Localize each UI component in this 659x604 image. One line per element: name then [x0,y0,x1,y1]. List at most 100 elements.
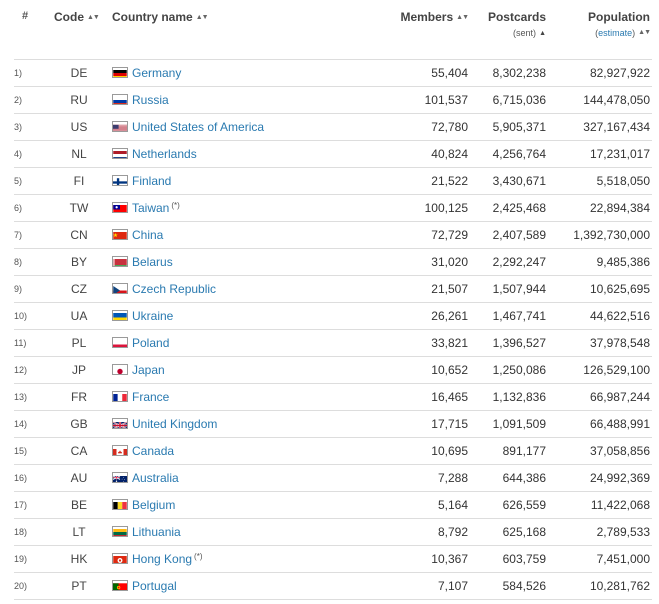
country-link[interactable]: France [132,390,169,404]
table-row: 4) NL Netherlands 40,824 4,256,764 17,231,017 [14,140,652,168]
country-code: PL [46,329,112,357]
country-link[interactable]: Czech Republic [132,282,216,296]
country-link[interactable]: Canada [132,444,174,458]
sort-arrows-icon[interactable]: ▲▼ [87,14,100,21]
country-code: CA [46,437,112,465]
country-cell: Belgium [112,491,374,519]
country-code: RU [46,86,112,114]
country-link[interactable]: Japan [132,363,165,377]
postcards-value: 1,507,944 [468,275,546,303]
row-index: 2) [14,86,46,114]
country-cell: Taiwan (*) [112,194,374,222]
table-row: 13) FR France 16,465 1,132,836 66,987,244 [14,383,652,411]
row-index: 1) [14,59,46,87]
country-code: DE [46,59,112,87]
sort-arrows-icon[interactable]: ▲▼ [456,14,469,21]
row-index: 13) [14,383,46,411]
table-row: 10) UA Ukraine 26,261 1,467,741 44,622,516 [14,302,652,330]
estimate-link[interactable]: estimate [598,28,632,38]
row-index: 5) [14,167,46,195]
country-link[interactable]: Belarus [132,255,173,269]
country-cell: Czech Republic [112,275,374,303]
country-code: FI [46,167,112,195]
country-link[interactable]: Netherlands [132,147,197,161]
postcards-value: 8,302,238 [468,59,546,87]
code-header[interactable]: Code ▲▼ [46,10,112,60]
country-link[interactable]: Finland [132,174,171,188]
postcards-value: 625,168 [468,518,546,546]
country-code: AU [46,464,112,492]
population-value: 5,518,050 [546,167,652,195]
code-header-label: Code [54,10,84,24]
country-link[interactable]: Portugal [132,579,177,593]
country-code: BY [46,248,112,276]
table-row: 15) CA Canada 10,695 891,177 37,058,856 [14,437,652,465]
row-index: 19) [14,545,46,573]
population-value: 7,451,000 [546,545,652,573]
postcards-value: 2,425,468 [468,194,546,222]
members-header[interactable]: Members ▲▼ [374,10,469,60]
countries-table: # Code ▲▼ Country name ▲▼ Members ▲▼ Postca… [14,10,652,600]
country-link[interactable]: Lithuania [132,525,181,539]
postcards-value: 891,177 [468,437,546,465]
country-link[interactable]: United States of America [132,120,264,134]
postcards-value: 626,559 [468,491,546,519]
country-code: GB [46,410,112,438]
hk-flag-icon [112,553,128,564]
country-link[interactable]: United Kingdom [132,417,217,431]
country-cell: Japan [112,356,374,384]
sort-up-icon[interactable]: ▲ [539,30,546,37]
country-cell: Ukraine [112,302,374,330]
row-index: 15) [14,437,46,465]
ca-flag-icon [112,445,128,456]
by-flag-icon [112,256,128,267]
country-link[interactable]: Germany [132,66,181,80]
table-row: 5) FI Finland 21,522 3,430,671 5,518,050 [14,167,652,195]
table-row: 3) US United States of America 72,780 5,905,… [14,113,652,141]
population-value: 22,894,384 [546,194,652,222]
sort-arrows-icon[interactable]: ▲▼ [638,29,651,36]
fr-flag-icon [112,391,128,402]
row-index: 4) [14,140,46,168]
country-cell: Australia [112,464,374,492]
country-code: CN [46,221,112,249]
members-value: 8,792 [374,518,468,546]
table-row: 20) PT Portugal 7,107 584,526 10,281,762 [14,572,652,600]
country-link[interactable]: Ukraine [132,309,173,323]
population-header[interactable]: Population (estimate) ▲▼ [546,10,652,60]
members-header-label: Members [400,10,454,24]
country-link[interactable]: Russia [132,93,169,107]
row-index: 18) [14,518,46,546]
country-cell: Portugal [112,572,374,600]
table-row: 12) JP Japan 10,652 1,250,086 126,529,100 [14,356,652,384]
country-cell: United Kingdom [112,410,374,438]
row-index: 9) [14,275,46,303]
population-subheader: (estimate) ▲▼ [595,28,651,38]
row-index: 20) [14,572,46,600]
country-header-label: Country name [112,10,193,24]
members-value: 100,125 [374,194,468,222]
ua-flag-icon [112,310,128,321]
cn-flag-icon [112,229,128,240]
country-link[interactable]: Australia [132,471,179,485]
pt-flag-icon [112,580,128,591]
country-link[interactable]: Hong Kong [132,552,192,566]
be-flag-icon [112,499,128,510]
nl-flag-icon [112,148,128,159]
members-value: 21,522 [374,167,468,195]
country-header[interactable]: Country name ▲▼ [112,10,374,60]
tw-flag-icon [112,202,128,213]
country-cell: France [112,383,374,411]
sort-arrows-icon[interactable]: ▲▼ [196,14,209,21]
country-code: JP [46,356,112,384]
country-link[interactable]: Poland [132,336,169,350]
row-index: 6) [14,194,46,222]
country-link[interactable]: Belgium [132,498,175,512]
country-link[interactable]: Taiwan [132,201,169,215]
postcards-value: 1,467,741 [468,302,546,330]
population-value: 2,789,533 [546,518,652,546]
population-value: 24,992,369 [546,464,652,492]
postcards-header[interactable]: Postcards (sent) ▲ [468,10,546,60]
population-value: 327,167,434 [546,113,652,141]
country-link[interactable]: China [132,228,163,242]
